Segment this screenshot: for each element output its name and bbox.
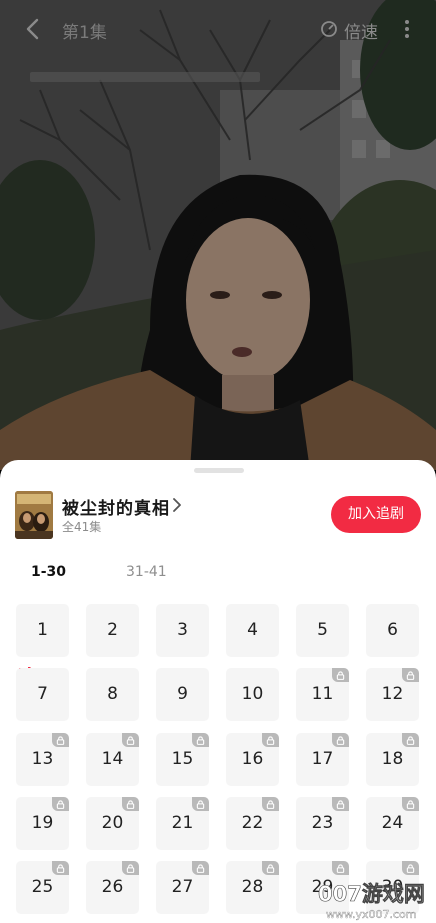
episode-number: 5	[317, 620, 328, 640]
episode-number: 24	[381, 813, 404, 833]
episode-tile[interactable]: 14	[86, 733, 139, 786]
player-top-bar: 第1集 倍速	[0, 0, 436, 60]
back-arrow-icon[interactable]	[20, 16, 46, 42]
episode-tile[interactable]: 7	[16, 668, 69, 721]
episode-number: 25	[31, 877, 54, 897]
episode-number: 11	[311, 684, 334, 704]
episode-number: 9	[177, 684, 188, 704]
episode-number: 28	[241, 877, 264, 897]
episode-sheet: 被尘封的真相 全41集 加入追剧 1-30 31-41 1 2 3 4 5 6 7 8 9 10 1…	[0, 460, 436, 923]
episode-tile[interactable]: 5	[296, 604, 349, 657]
episode-tile[interactable]: 9	[156, 668, 209, 721]
episode-number: 1	[37, 620, 48, 640]
lock-icon	[402, 861, 419, 875]
lock-icon	[262, 733, 279, 747]
video-player[interactable]: 第1集 倍速	[0, 0, 436, 470]
speed-button[interactable]: 倍速	[344, 18, 378, 43]
lock-icon	[122, 733, 139, 747]
lock-icon	[262, 861, 279, 875]
video-frame	[0, 0, 436, 470]
lock-icon	[402, 668, 419, 682]
episode-tile[interactable]: 12	[366, 668, 419, 721]
episode-number: 14	[101, 749, 124, 769]
now-playing-icon	[18, 645, 34, 676]
episode-number: 16	[241, 749, 264, 769]
episode-number: 21	[171, 813, 194, 833]
episode-tile[interactable]: 25	[16, 861, 69, 914]
svg-text:007游戏网: 007游戏网	[318, 882, 425, 906]
episode-number: 15	[171, 749, 194, 769]
episode-number: 26	[101, 877, 124, 897]
episode-number: 7	[37, 684, 48, 704]
episode-grid: 1 2 3 4 5 6 7 8 9 10 11 12 13 14 15 16 17 18 19 20 21 22 23 24 2…	[0, 460, 436, 923]
lock-icon	[52, 861, 69, 875]
speed-icon[interactable]	[320, 20, 338, 38]
episode-number: 6	[387, 620, 398, 640]
episode-number: 2	[107, 620, 118, 640]
episode-number: 23	[311, 813, 334, 833]
episode-tile[interactable]: 4	[226, 604, 279, 657]
episode-tile[interactable]: 11	[296, 668, 349, 721]
episode-tile[interactable]: 24	[366, 797, 419, 850]
episode-number: 22	[241, 813, 264, 833]
lock-icon	[52, 797, 69, 811]
episode-tile[interactable]: 2	[86, 604, 139, 657]
lock-icon	[52, 733, 69, 747]
episode-number: 20	[101, 813, 124, 833]
episode-number: 18	[381, 749, 404, 769]
episode-tile[interactable]: 26	[86, 861, 139, 914]
lock-icon	[122, 861, 139, 875]
lock-icon	[122, 797, 139, 811]
episode-number: 12	[381, 684, 404, 704]
lock-icon	[332, 733, 349, 747]
lock-icon	[332, 797, 349, 811]
lock-icon	[262, 797, 279, 811]
episode-tile[interactable]: 10	[226, 668, 279, 721]
episode-tile[interactable]: 22	[226, 797, 279, 850]
episode-tile[interactable]: 23	[296, 797, 349, 850]
lock-icon	[192, 797, 209, 811]
svg-text:www.yx007.com: www.yx007.com	[326, 908, 416, 921]
episode-tile[interactable]: 1	[16, 604, 69, 676]
episode-number: 13	[31, 749, 54, 769]
subtitle-bar	[30, 72, 260, 82]
lock-icon	[192, 861, 209, 875]
episode-tile[interactable]: 13	[16, 733, 69, 786]
episode-number: 8	[107, 684, 118, 704]
lock-icon	[192, 733, 209, 747]
episode-tile[interactable]: 20	[86, 797, 139, 850]
video-title: 第1集	[62, 23, 107, 43]
episode-number: 4	[247, 620, 258, 640]
episode-number: 3	[177, 620, 188, 640]
episode-tile[interactable]: 3	[156, 604, 209, 657]
episode-tile[interactable]: 6	[366, 604, 419, 657]
episode-number: 27	[171, 877, 194, 897]
episode-tile[interactable]: 21	[156, 797, 209, 850]
episode-tile[interactable]: 19	[16, 797, 69, 850]
episode-number: 17	[311, 749, 334, 769]
more-options-icon[interactable]	[400, 16, 414, 42]
lock-icon	[332, 668, 349, 682]
episode-tile[interactable]: 8	[86, 668, 139, 721]
lock-icon	[332, 861, 349, 875]
episode-tile[interactable]: 16	[226, 733, 279, 786]
episode-tile[interactable]: 28	[226, 861, 279, 914]
episode-tile[interactable]: 18	[366, 733, 419, 786]
watermark-logo: 007游戏网 www.yx007.com	[318, 882, 425, 921]
episode-tile[interactable]: 17	[296, 733, 349, 786]
episode-number: 10	[241, 684, 264, 704]
lock-icon	[402, 797, 419, 811]
episode-tile[interactable]: 27	[156, 861, 209, 914]
episode-number: 19	[31, 813, 54, 833]
lock-icon	[402, 733, 419, 747]
episode-tile[interactable]: 15	[156, 733, 209, 786]
